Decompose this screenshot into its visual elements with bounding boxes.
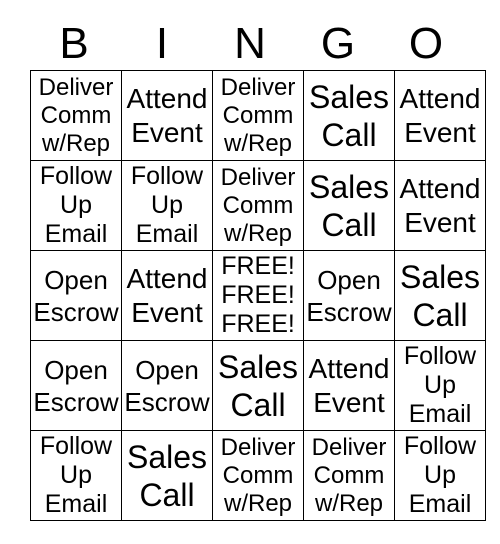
- bingo-cell-label: Attend Event: [399, 82, 481, 148]
- bingo-cell[interactable]: Deliver Comm w/Rep: [212, 430, 304, 521]
- bingo-cell-label: Sales Call: [399, 258, 481, 333]
- bingo-cell-label: Sales Call: [217, 348, 299, 423]
- bingo-cell-label: Deliver Comm w/Rep: [38, 73, 114, 157]
- header-letter-b: B: [59, 19, 89, 68]
- bingo-cell[interactable]: Sales Call: [212, 340, 304, 431]
- bingo-cell-label: Follow Up Email: [39, 162, 113, 248]
- bingo-cell[interactable]: Attend Event: [303, 340, 395, 431]
- bingo-cell[interactable]: Follow Up Email: [394, 340, 486, 431]
- bingo-cell-label: Sales Call: [308, 78, 390, 153]
- bingo-header: B I N G O: [30, 18, 470, 70]
- bingo-cell-label: FREE! FREE! FREE!: [221, 252, 295, 338]
- bingo-cell[interactable]: Open Escrow: [121, 340, 213, 431]
- bingo-cell[interactable]: Follow Up Email: [394, 430, 486, 521]
- bingo-cell[interactable]: Open Escrow: [30, 250, 122, 341]
- bingo-row: Deliver Comm w/Rep Attend Event Deliver …: [30, 70, 486, 161]
- bingo-cell[interactable]: Attend Event: [394, 160, 486, 251]
- bingo-cell[interactable]: Follow Up Email: [121, 160, 213, 251]
- header-letter-g: G: [320, 19, 356, 68]
- bingo-cell-label: Open Escrow: [33, 264, 119, 327]
- bingo-cell[interactable]: Attend Event: [121, 70, 213, 161]
- bingo-cell[interactable]: Sales Call: [394, 250, 486, 341]
- bingo-cell[interactable]: Deliver Comm w/Rep: [212, 160, 304, 251]
- bingo-cell[interactable]: Follow Up Email: [30, 160, 122, 251]
- bingo-row: Open Escrow Attend Event FREE! FREE! FRE…: [30, 250, 486, 341]
- bingo-cell-label: Follow Up Email: [130, 162, 204, 248]
- bingo-cell-label: Attend Event: [308, 352, 390, 418]
- header-letter-i: I: [155, 19, 169, 68]
- bingo-cell[interactable]: Sales Call: [303, 70, 395, 161]
- bingo-cell-label: Sales Call: [126, 438, 208, 513]
- bingo-cell-label: Deliver Comm w/Rep: [220, 433, 296, 517]
- bingo-cell[interactable]: Follow Up Email: [30, 430, 122, 521]
- bingo-card: B I N G O Deliver Comm w/Rep Attend Even…: [0, 0, 500, 544]
- bingo-cell[interactable]: Open Escrow: [303, 250, 395, 341]
- bingo-cell-label: Follow Up Email: [39, 432, 113, 518]
- bingo-cell-label: Deliver Comm w/Rep: [220, 163, 296, 247]
- bingo-cell-label: Sales Call: [308, 168, 390, 243]
- bingo-cell-label: Open Escrow: [33, 354, 119, 417]
- bingo-cell[interactable]: Deliver Comm w/Rep: [212, 70, 304, 161]
- bingo-cell-label: Follow Up Email: [403, 342, 477, 428]
- bingo-cell-label: Attend Event: [126, 262, 208, 328]
- bingo-grid: Deliver Comm w/Rep Attend Event Deliver …: [30, 70, 486, 521]
- bingo-cell-label: Attend Event: [126, 82, 208, 148]
- bingo-cell-label: Attend Event: [399, 172, 481, 238]
- bingo-row: Follow Up Email Follow Up Email Deliver …: [30, 160, 486, 251]
- bingo-cell[interactable]: Deliver Comm w/Rep: [30, 70, 122, 161]
- bingo-cell[interactable]: Attend Event: [394, 70, 486, 161]
- bingo-cell-label: Open Escrow: [124, 354, 210, 417]
- bingo-cell[interactable]: Deliver Comm w/Rep: [303, 430, 395, 521]
- header-letter-n: N: [234, 19, 266, 68]
- bingo-cell-free[interactable]: FREE! FREE! FREE!: [212, 250, 304, 341]
- bingo-cell[interactable]: Sales Call: [303, 160, 395, 251]
- bingo-cell-label: Deliver Comm w/Rep: [220, 73, 296, 157]
- bingo-row: Follow Up Email Sales Call Deliver Comm …: [30, 430, 486, 521]
- bingo-cell-label: Follow Up Email: [403, 432, 477, 518]
- bingo-cell[interactable]: Attend Event: [121, 250, 213, 341]
- bingo-cell-label: Open Escrow: [306, 264, 392, 327]
- bingo-cell[interactable]: Sales Call: [121, 430, 213, 521]
- bingo-row: Open Escrow Open Escrow Sales Call Atten…: [30, 340, 486, 431]
- header-letter-o: O: [408, 19, 444, 68]
- bingo-cell[interactable]: Open Escrow: [30, 340, 122, 431]
- bingo-cell-label: Deliver Comm w/Rep: [311, 433, 387, 517]
